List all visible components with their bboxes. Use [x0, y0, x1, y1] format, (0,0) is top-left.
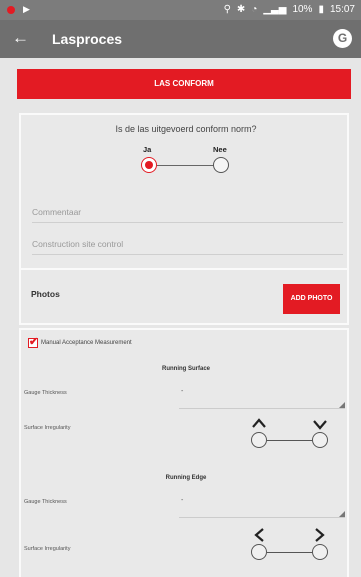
chevron-up-icon[interactable] [252, 416, 266, 431]
dropdown-corner-icon [339, 402, 345, 408]
bluetooth-icon: ✱ [236, 4, 246, 15]
irregularity-up-circle[interactable] [251, 432, 267, 448]
manual-acceptance-label: Manual Acceptance Measurement [41, 340, 132, 346]
back-arrow-icon[interactable]: ← [12, 28, 29, 48]
conform-card: Is de las uitgevoerd conform norm? Ja Ne… [19, 113, 349, 270]
las-conform-banner: LAS CONFORM [17, 69, 351, 99]
dropdown-corner-icon [339, 511, 345, 517]
status-icons: ⚲ ✱ ◔ ▁▃▅ 10% ▮ 15:07 [224, 4, 355, 15]
option-nee-radio[interactable] [213, 157, 229, 173]
option-ja-label: Ja [143, 145, 152, 154]
status-bar: ▶ ⚲ ✱ ◔ ▁▃▅ 10% ▮ 15:07 [0, 0, 361, 20]
surface-irregularity-label: Surface Irregularity [24, 425, 71, 431]
notification-dot-icon [7, 6, 15, 14]
signal-icon: ▁▃▅ [263, 4, 287, 15]
gauge-thickness-underline [179, 408, 345, 409]
construction-site-control-field[interactable]: Construction site control [32, 239, 343, 255]
surface-irregularity-label: Surface Irregularity [24, 546, 71, 552]
media-play-icon: ▶ [23, 4, 30, 14]
comment-field[interactable]: Commentaar [32, 207, 343, 223]
checkmark-icon: ✔ [29, 336, 39, 348]
irregularity-right-circle[interactable] [312, 544, 328, 560]
battery-percentage: 10% [292, 4, 313, 15]
photos-label: Photos [31, 289, 60, 299]
gauge-thickness-label: Gauge Thickness [24, 499, 67, 505]
measurement-card: ✔ Manual Acceptance Measurement Running … [19, 328, 349, 577]
gauge-thickness-label: Gauge Thickness [24, 390, 67, 396]
clock: 15:07 [329, 4, 355, 15]
gauge-thickness-value[interactable]: - [181, 497, 183, 504]
wifi-icon: ◔ [251, 4, 258, 15]
gauge-thickness-underline [179, 517, 345, 518]
gauge-thickness-value[interactable]: - [181, 388, 183, 395]
conform-question: Is de las uitgevoerd conform norm? [115, 124, 257, 134]
battery-icon: ▮ [318, 4, 324, 15]
photos-card: Photos ADD PHOTO [19, 270, 349, 325]
option-ja-radio[interactable] [141, 157, 157, 173]
irregularity-left-circle[interactable] [251, 544, 267, 560]
chevron-down-icon[interactable] [313, 418, 327, 433]
chevron-left-icon[interactable] [254, 528, 264, 545]
irregularity-down-circle[interactable] [312, 432, 328, 448]
page-title: Lasproces [52, 31, 123, 47]
chevron-right-icon[interactable] [315, 528, 325, 545]
running-edge-title: Running Edge [165, 475, 207, 481]
brand-logo-icon: G [333, 29, 352, 48]
option-connector [157, 165, 215, 166]
location-icon: ⚲ [223, 4, 231, 15]
app-bar: ← Lasproces G [0, 20, 361, 58]
irregularity-connector [267, 552, 313, 553]
option-nee-label: Nee [213, 145, 227, 154]
irregularity-connector [267, 440, 313, 441]
manual-acceptance-checkbox[interactable]: ✔ [28, 336, 39, 348]
running-surface-title: Running Surface [161, 366, 210, 372]
add-photo-button[interactable]: ADD PHOTO [283, 284, 340, 314]
